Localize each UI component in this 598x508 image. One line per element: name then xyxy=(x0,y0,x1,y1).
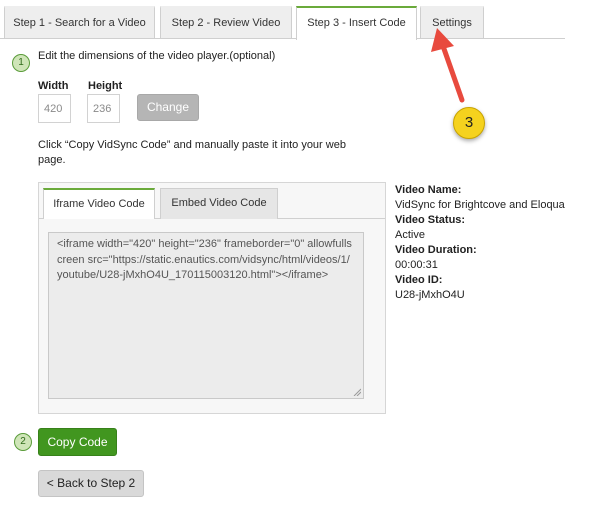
video-id-label: Video ID: xyxy=(395,274,443,286)
tab-iframe-video-code[interactable]: Iframe Video Code xyxy=(43,188,155,219)
copy-instruction: Click “Copy VidSync Code” and manually p… xyxy=(38,139,346,166)
copy-code-button[interactable]: Copy Code xyxy=(38,428,117,456)
embed-code-text: <iframe width="420" height="236" framebo… xyxy=(57,238,352,281)
video-status-value: Active xyxy=(395,229,425,241)
tab-step2-review[interactable]: Step 2 - Review Video xyxy=(160,6,292,38)
change-dimensions-button[interactable]: Change xyxy=(137,94,199,121)
step-2-badge: 2 xyxy=(14,433,32,451)
wizard-tab-bar: Step 1 - Search for a Video Step 2 - Rev… xyxy=(0,0,598,40)
tab-label: Step 2 - Review Video xyxy=(171,17,281,29)
tab-step3-insert-code[interactable]: Step 3 - Insert Code xyxy=(296,6,417,40)
video-duration-value: 00:00:31 xyxy=(395,259,438,271)
tab-embed-video-code[interactable]: Embed Video Code xyxy=(160,188,278,219)
tab-label: Step 3 - Insert Code xyxy=(307,17,406,29)
code-panel: Iframe Video Code Embed Video Code <ifra… xyxy=(38,182,386,414)
video-status-label: Video Status: xyxy=(395,214,466,226)
embed-code-textarea[interactable]: <iframe width="420" height="236" framebo… xyxy=(48,232,364,399)
tab-label: Embed Video Code xyxy=(171,197,267,209)
video-duration-label: Video Duration: xyxy=(395,244,477,256)
video-name-value: VidSync for Brightcove and Eloqua xyxy=(395,199,565,211)
tab-label: Iframe Video Code xyxy=(53,198,145,210)
video-name-label: Video Name: xyxy=(395,184,462,196)
video-id-value: U28-jMxhO4U xyxy=(395,289,465,301)
dimensions-instruction: Edit the dimensions of the video player.… xyxy=(38,50,276,62)
annotation-step-3-badge: 3 xyxy=(453,107,485,139)
tab-label: Step 1 - Search for a Video xyxy=(13,17,146,29)
back-to-step2-button[interactable]: < Back to Step 2 xyxy=(38,470,144,497)
resize-grip-icon[interactable] xyxy=(353,388,361,396)
height-label: Height xyxy=(88,80,123,92)
width-label: Width xyxy=(38,80,69,92)
video-info: Video Name: VidSync for Brightcove and E… xyxy=(395,183,595,303)
annotation-arrow-icon xyxy=(431,28,465,103)
step-1-badge: 1 xyxy=(12,54,30,72)
tab-step1-search[interactable]: Step 1 - Search for a Video xyxy=(4,6,155,38)
height-input[interactable] xyxy=(87,94,120,123)
tab-bar-divider xyxy=(0,38,565,39)
width-input[interactable] xyxy=(38,94,71,123)
